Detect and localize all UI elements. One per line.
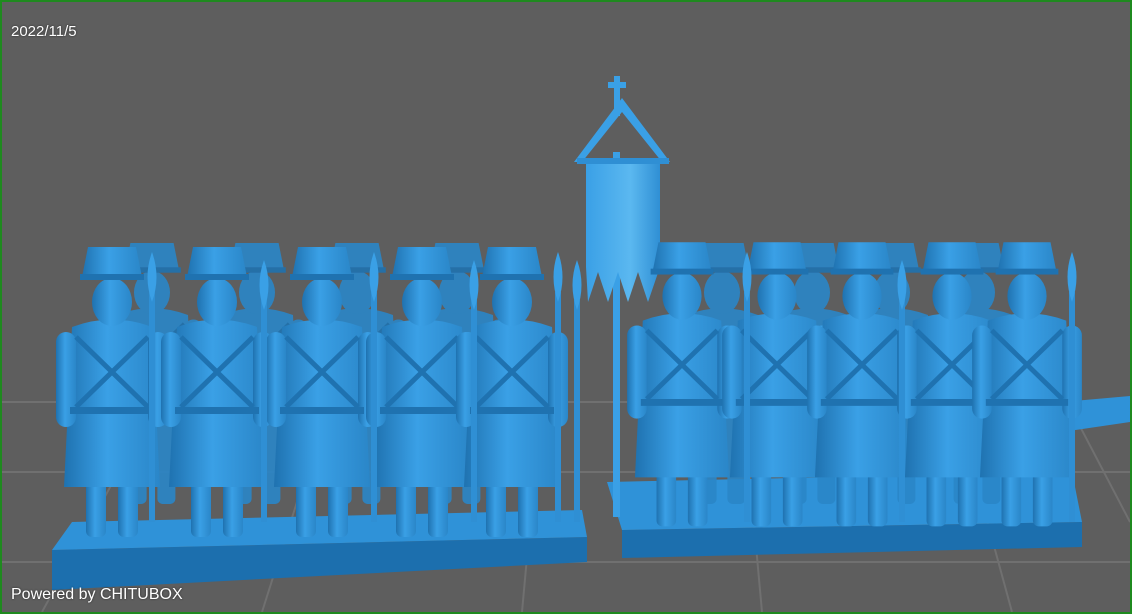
spear — [572, 260, 582, 522]
3d-scene[interactable] — [2, 2, 1130, 612]
chitubox-watermark: Powered by CHITUBOX — [11, 586, 183, 603]
soldier-figures — [56, 242, 1082, 537]
capture-date: 2022/11/5 — [11, 23, 77, 40]
viewer-viewport[interactable]: 2022/11/5 Powered by CHITUBOX — [0, 0, 1132, 614]
